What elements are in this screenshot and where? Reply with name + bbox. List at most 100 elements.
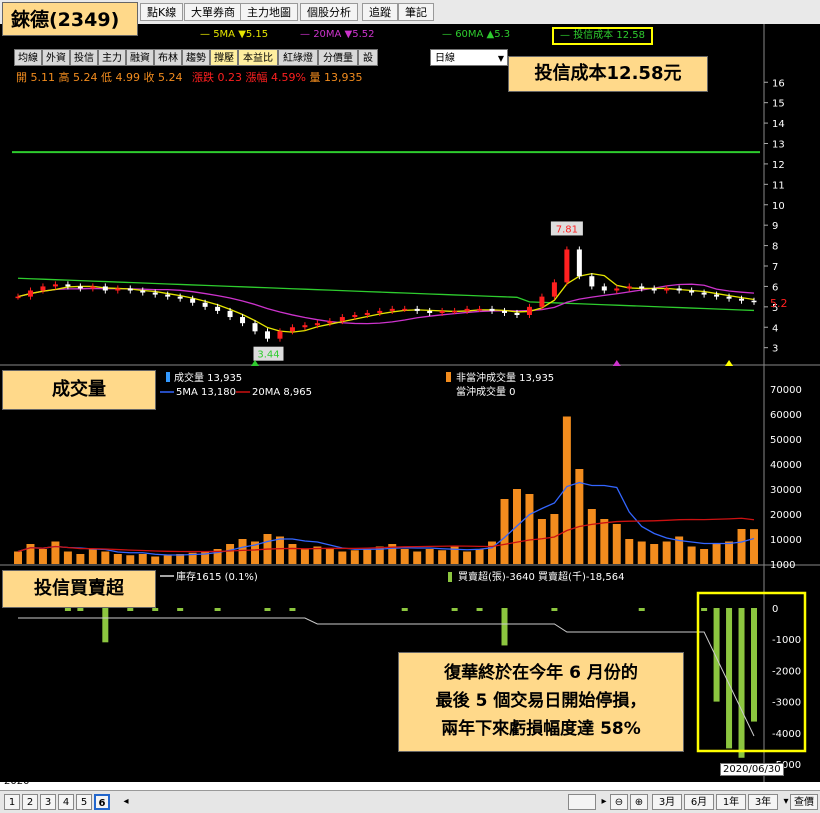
volume-legend-ma20: 20MA 8,965 (252, 387, 312, 398)
volume-bar-57 (725, 541, 734, 564)
volume-bar-3 (51, 541, 60, 564)
volume-bar-50 (637, 541, 646, 564)
scrollbar-thumb[interactable] (568, 794, 596, 810)
page-2[interactable]: 2 (22, 794, 38, 810)
trust-bar-8 (152, 608, 159, 611)
btn-support-resistance[interactable]: 撐壓 (210, 49, 238, 66)
candle-body-22 (289, 327, 295, 332)
tab-main-force-map[interactable]: 主力地圖 (240, 3, 298, 21)
btn-foreign[interactable]: 外資 (42, 49, 70, 66)
trust-bar-32 (451, 608, 458, 611)
candle-body-44 (564, 249, 570, 283)
candle-body-51 (651, 288, 657, 291)
range-6m-button[interactable]: 6月 (684, 794, 714, 810)
price-tick-label-12: 4 (772, 323, 778, 334)
page-4[interactable]: 4 (58, 794, 74, 810)
btn-trend[interactable]: 趨勢 (182, 49, 210, 66)
volume-bar-43 (550, 514, 559, 564)
candle-body-35 (452, 310, 458, 313)
volume-legend-nondaytrade: 非當沖成交量 13,935 (456, 371, 554, 384)
volume-bar-51 (650, 544, 659, 564)
volume-tick-label-6: 10000 (770, 535, 802, 546)
range-3m-button[interactable]: 3月 (652, 794, 682, 810)
stock-title: 錸德(2349) (2, 2, 138, 36)
ohlc-volume: 量 13,935 (309, 71, 363, 84)
candle-body-16 (215, 306, 221, 311)
tab-k-line[interactable]: 點K線 (140, 3, 184, 21)
marker-purple-triangle (612, 360, 621, 366)
candle-body-56 (714, 294, 720, 297)
volume-bar-55 (700, 549, 709, 564)
price-tick-label-9: 7 (772, 262, 778, 273)
price-tick-label-6: 10 (772, 201, 785, 212)
range-1y-button[interactable]: 1年 (716, 794, 746, 810)
candle-body-2 (40, 286, 46, 291)
volume-bar-42 (537, 519, 546, 564)
btn-ma[interactable]: 均線 (14, 49, 42, 66)
candle-body-59 (751, 300, 757, 303)
btn-pe-ratio[interactable]: 本益比 (238, 49, 278, 66)
volume-bar-25 (325, 549, 334, 564)
candle-body-29 (377, 310, 383, 313)
candle-body-6 (90, 286, 96, 289)
volume-bar-2 (38, 549, 47, 564)
note-line-2: 最後 5 個交易日開始停損， (435, 691, 647, 711)
candle-body-25 (327, 321, 333, 324)
trust-bar-53 (713, 608, 720, 702)
candle-body-24 (314, 323, 320, 326)
tab-notes[interactable]: 筆記 (398, 3, 434, 21)
volume-bar-1 (26, 544, 35, 564)
low-label: 3.44 (257, 350, 279, 361)
trust-bar-28 (401, 608, 408, 611)
page-5[interactable]: 5 (76, 794, 92, 810)
candle-body-8 (115, 288, 121, 291)
volume-tick-label-1: 60000 (770, 410, 802, 421)
tab-stock-analysis[interactable]: 個股分析 (300, 3, 358, 21)
volume-bar-46 (587, 509, 596, 564)
scroll-left-icon[interactable]: ◂ (118, 794, 134, 810)
volume-bar-9 (126, 555, 135, 564)
btn-trust[interactable]: 投信 (70, 49, 98, 66)
candle-body-18 (240, 317, 246, 324)
volume-bar-12 (163, 555, 172, 564)
page-6[interactable]: 6 (94, 794, 110, 810)
btn-main-force[interactable]: 主力 (98, 49, 126, 66)
candle-body-58 (739, 298, 745, 301)
candle-body-9 (127, 288, 133, 291)
zoom-in-icon[interactable]: ⊕ (630, 794, 648, 810)
btn-settings[interactable]: 設 (358, 49, 378, 66)
btn-traffic-light[interactable]: 紅綠燈 (278, 49, 318, 66)
bottom-bar: 1 2 3 4 5 6 ◂ ▸ ⊖ ⊕ 3月 6月 1年 3年 ▾ 查價 (0, 790, 820, 813)
candle-body-38 (489, 308, 495, 311)
range-3y-button[interactable]: 3年 (748, 794, 778, 810)
zoom-out-icon[interactable]: ⊖ (610, 794, 628, 810)
scroll-right-icon[interactable]: ▸ (598, 794, 610, 810)
high-label: 7.81 (556, 224, 578, 235)
x-label-0: 1/202/03 (4, 764, 49, 775)
volume-bar-11 (151, 556, 160, 564)
trust-bar-19 (289, 608, 296, 611)
trust-bar-56 (751, 608, 757, 722)
candle-body-27 (352, 315, 358, 318)
volume-bar-27 (350, 550, 359, 564)
tab-track[interactable]: 追蹤 (362, 3, 398, 21)
volume-bar-26 (338, 551, 347, 564)
btn-bollinger[interactable]: 布林 (154, 49, 182, 66)
legend-60ma: — 60MA ▲5.3 (442, 29, 511, 40)
candle-body-12 (165, 294, 171, 297)
candle-body-47 (601, 286, 607, 291)
volume-legend-vol: 成交量 13,935 (174, 371, 242, 384)
candle-body-13 (177, 296, 183, 299)
legend-trust-cost: — 投信成本 12.58 (552, 27, 653, 45)
candle-body-37 (477, 308, 483, 311)
period-select[interactable]: 日線 ▼ (430, 49, 508, 66)
page-1[interactable]: 1 (4, 794, 20, 810)
page-3[interactable]: 3 (40, 794, 56, 810)
query-price-button[interactable]: 查價 (790, 794, 818, 810)
trust-bar-55 (738, 608, 745, 758)
tab-large-broker[interactable]: 大單券商 (184, 3, 242, 21)
btn-margin[interactable]: 融資 (126, 49, 154, 66)
volume-tick-label-0: 70000 (770, 385, 802, 396)
btn-volume-profile[interactable]: 分價量 (318, 49, 358, 66)
trust-tick-label-4: -4000 (772, 729, 801, 740)
